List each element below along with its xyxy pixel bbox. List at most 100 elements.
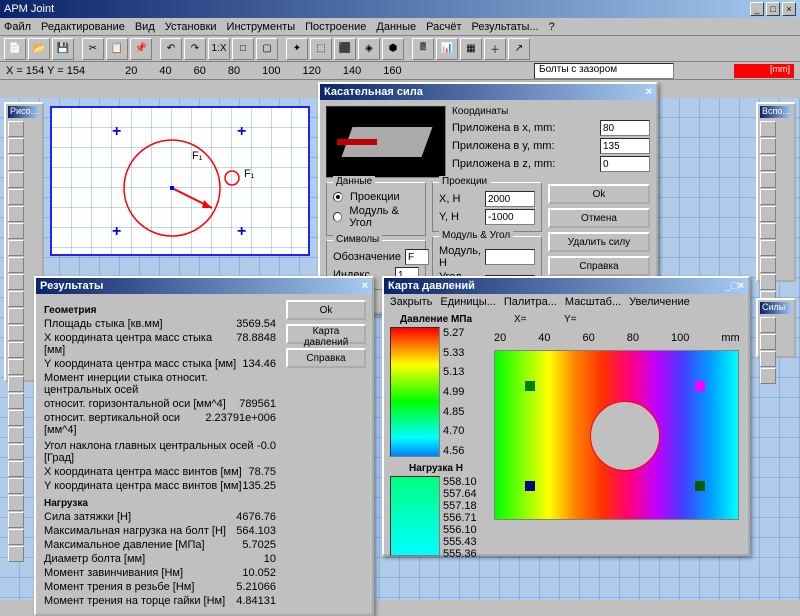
tb-open[interactable]: 📂 bbox=[28, 38, 50, 60]
pmap-menu-close[interactable]: Закрыть bbox=[390, 296, 432, 308]
menu-help[interactable]: ? bbox=[549, 21, 555, 33]
drawing-window[interactable]: + + + + F₁ F₁ bbox=[50, 106, 310, 256]
tangent-delete-button[interactable]: Удалить силу bbox=[548, 232, 650, 252]
fp-3[interactable] bbox=[760, 351, 776, 367]
pb-j[interactable] bbox=[8, 512, 24, 528]
pb-l[interactable] bbox=[8, 546, 24, 562]
symbol-input[interactable] bbox=[405, 249, 429, 265]
tb-zoom1[interactable]: 1:X bbox=[208, 38, 230, 60]
tb-t1[interactable]: ✦ bbox=[286, 38, 308, 60]
pb-text[interactable] bbox=[8, 274, 24, 290]
menu-calc[interactable]: Расчёт bbox=[426, 21, 461, 33]
ap-2[interactable] bbox=[760, 138, 776, 154]
workspace[interactable]: Рисо... Вспо... Силы ... bbox=[0, 98, 800, 600]
tb-save[interactable]: 💾 bbox=[52, 38, 74, 60]
pb-fill[interactable] bbox=[8, 240, 24, 256]
pb-d[interactable] bbox=[8, 410, 24, 426]
pb-b[interactable] bbox=[8, 376, 24, 392]
pb-line[interactable] bbox=[8, 155, 24, 171]
joint-type-combo[interactable]: Болты с зазором bbox=[534, 63, 674, 79]
tb-t3[interactable]: ⬛ bbox=[334, 38, 356, 60]
radio-projections[interactable]: Проекции bbox=[333, 191, 419, 203]
tb-copy[interactable]: 📋 bbox=[106, 38, 128, 60]
pressure-map-canvas[interactable] bbox=[494, 350, 739, 520]
tangent-help-button[interactable]: Справка bbox=[548, 256, 650, 276]
menu-tools[interactable]: Инструменты bbox=[227, 21, 296, 33]
pmap-menu-palette[interactable]: Палитра... bbox=[504, 296, 557, 308]
pb-f[interactable] bbox=[8, 444, 24, 460]
close-button[interactable]: × bbox=[782, 2, 796, 16]
applied-x-input[interactable] bbox=[600, 120, 650, 136]
menu-construction[interactable]: Построение bbox=[305, 21, 366, 33]
ap-4[interactable] bbox=[760, 172, 776, 188]
pmap-menu-scale[interactable]: Масштаб... bbox=[565, 296, 621, 308]
results-help-button[interactable]: Справка bbox=[286, 348, 366, 368]
pb-xy[interactable] bbox=[8, 121, 24, 137]
fp-2[interactable] bbox=[760, 334, 776, 350]
tb-zoom2[interactable]: □ bbox=[232, 38, 254, 60]
tb-cut[interactable]: ✂ bbox=[82, 38, 104, 60]
pmap-max-button[interactable]: □ bbox=[731, 280, 738, 292]
ap-7[interactable] bbox=[760, 223, 776, 239]
tb-ray[interactable]: ↗ bbox=[508, 38, 530, 60]
ap-5[interactable] bbox=[760, 189, 776, 205]
tb-new[interactable]: 📄 bbox=[4, 38, 26, 60]
pb-hatch[interactable] bbox=[8, 257, 24, 273]
tb-zoom3[interactable]: ▢ bbox=[256, 38, 278, 60]
ap-1[interactable] bbox=[760, 121, 776, 137]
pb-circ[interactable] bbox=[8, 206, 24, 222]
pb-move[interactable] bbox=[8, 325, 24, 341]
menu-file[interactable]: Файл bbox=[4, 21, 31, 33]
menu-edit[interactable]: Редактирование bbox=[41, 21, 125, 33]
ap-10[interactable] bbox=[760, 274, 776, 290]
pb-h[interactable] bbox=[8, 478, 24, 494]
pb-a[interactable] bbox=[8, 359, 24, 375]
module-input[interactable] bbox=[485, 249, 535, 265]
proj-y-input[interactable] bbox=[485, 209, 535, 225]
tb-undo[interactable]: ↶ bbox=[160, 38, 182, 60]
results-map-button[interactable]: Карта давлений bbox=[286, 324, 366, 344]
pb-k[interactable] bbox=[8, 529, 24, 545]
ap-9[interactable] bbox=[760, 257, 776, 273]
pb-del[interactable] bbox=[8, 342, 24, 358]
menu-results[interactable]: Результаты... bbox=[472, 21, 539, 33]
tb-grid[interactable]: ▦ bbox=[460, 38, 482, 60]
tb-t2[interactable]: ⬚ bbox=[310, 38, 332, 60]
pb-c[interactable] bbox=[8, 393, 24, 409]
tb-paste[interactable]: 📌 bbox=[130, 38, 152, 60]
tangent-ok-button[interactable]: Ok bbox=[548, 184, 650, 204]
pb-dim[interactable] bbox=[8, 291, 24, 307]
minimize-button[interactable]: _ bbox=[750, 2, 764, 16]
tb-chart[interactable]: 📊 bbox=[436, 38, 458, 60]
pb-i[interactable] bbox=[8, 495, 24, 511]
ap-6[interactable] bbox=[760, 206, 776, 222]
fp-4[interactable] bbox=[760, 368, 776, 384]
drawing-canvas[interactable] bbox=[52, 108, 312, 258]
maximize-button[interactable]: □ bbox=[766, 2, 780, 16]
fp-1[interactable] bbox=[760, 317, 776, 333]
results-close-button[interactable]: × bbox=[362, 280, 368, 292]
proj-x-input[interactable] bbox=[485, 191, 535, 207]
pb-poly[interactable] bbox=[8, 172, 24, 188]
results-ok-button[interactable]: Ok bbox=[286, 300, 366, 320]
menu-data[interactable]: Данные bbox=[376, 21, 416, 33]
ap-8[interactable] bbox=[760, 240, 776, 256]
tb-redo[interactable]: ↷ bbox=[184, 38, 206, 60]
tb-t5[interactable]: ⬢ bbox=[382, 38, 404, 60]
pb-rect[interactable] bbox=[8, 189, 24, 205]
pb-e[interactable] bbox=[8, 427, 24, 443]
pmap-menu-zoom[interactable]: Увеличение bbox=[629, 296, 690, 308]
radio-module-angle[interactable]: Модуль & Угол bbox=[333, 205, 419, 229]
pb-sel[interactable] bbox=[8, 308, 24, 324]
applied-y-input[interactable] bbox=[600, 138, 650, 154]
tb-calc[interactable]: 🖩 bbox=[412, 38, 434, 60]
menu-view[interactable]: Вид bbox=[135, 21, 155, 33]
pb-snap[interactable] bbox=[8, 138, 24, 154]
menu-settings[interactable]: Установки bbox=[165, 21, 217, 33]
applied-z-input[interactable] bbox=[600, 156, 650, 172]
ap-3[interactable] bbox=[760, 155, 776, 171]
pb-arc[interactable] bbox=[8, 223, 24, 239]
tangent-cancel-button[interactable]: Отмена bbox=[548, 208, 650, 228]
pmap-close-button[interactable]: × bbox=[738, 280, 744, 292]
tangent-close-button[interactable]: × bbox=[646, 86, 652, 98]
